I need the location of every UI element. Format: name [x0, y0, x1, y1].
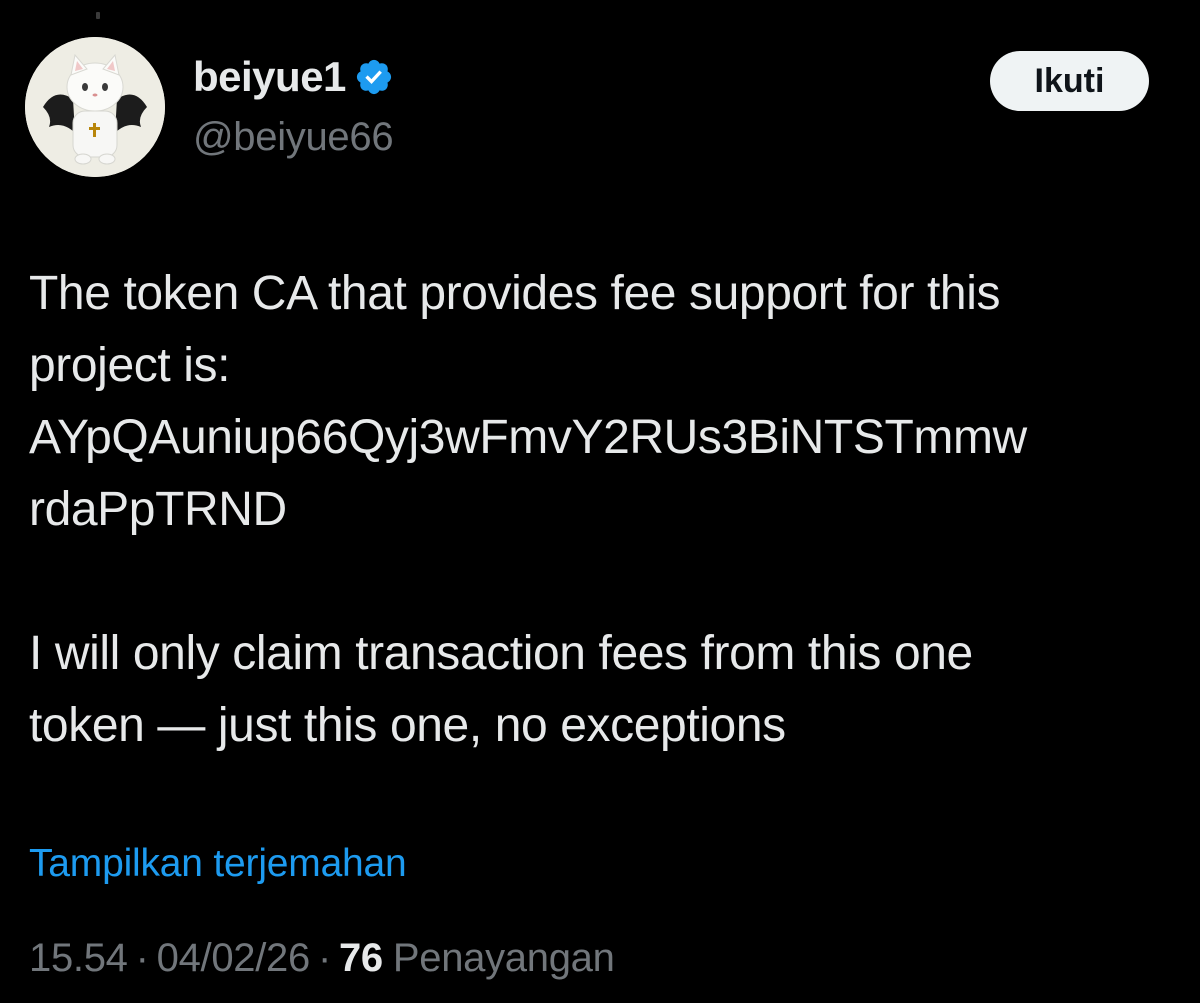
tweet-text-line: The token CA that provides fee support f…: [29, 267, 1001, 320]
verified-badge-icon: [356, 59, 392, 95]
tweet-text-line: token — just this one, no exceptions: [29, 699, 786, 752]
tweet-time[interactable]: 15.54: [29, 936, 128, 981]
tweet-text-line: I will only claim transaction fees from …: [29, 627, 973, 680]
cat-plush-avatar-icon: [25, 37, 165, 177]
display-name[interactable]: beiyue1: [193, 53, 346, 101]
contract-address-line: AYpQAuniup66Qyj3wFmvY2RUs3BiNTSTmmw: [29, 411, 1027, 464]
views-count[interactable]: 76: [339, 936, 383, 981]
tweet-meta: 15.54 · 04/02/26 · 76 Penayangan: [29, 936, 615, 981]
tweet-text-line: project is:: [29, 339, 231, 392]
meta-separator: ·: [317, 936, 331, 980]
tweet-date[interactable]: 04/02/26: [157, 936, 311, 981]
views-label[interactable]: Penayangan: [393, 936, 615, 981]
tweet-text: The token CA that provides fee support f…: [29, 258, 1179, 762]
tweet-paragraph-2: I will only claim transaction fees from …: [29, 618, 1179, 762]
tweet-paragraph-1: The token CA that provides fee support f…: [29, 258, 1179, 546]
author-handle[interactable]: @beiyue66: [193, 115, 394, 160]
avatar[interactable]: [25, 37, 165, 177]
show-translation-link[interactable]: Tampilkan terjemahan: [29, 842, 407, 886]
contract-address-line: rdaPpTRND: [29, 483, 287, 536]
tweet-card: beiyue1 @beiyue66 Ikuti The token CA tha…: [0, 0, 1200, 1003]
meta-separator: ·: [135, 936, 149, 980]
author-name-row[interactable]: beiyue1: [193, 50, 394, 104]
follow-button[interactable]: Ikuti: [990, 51, 1149, 111]
